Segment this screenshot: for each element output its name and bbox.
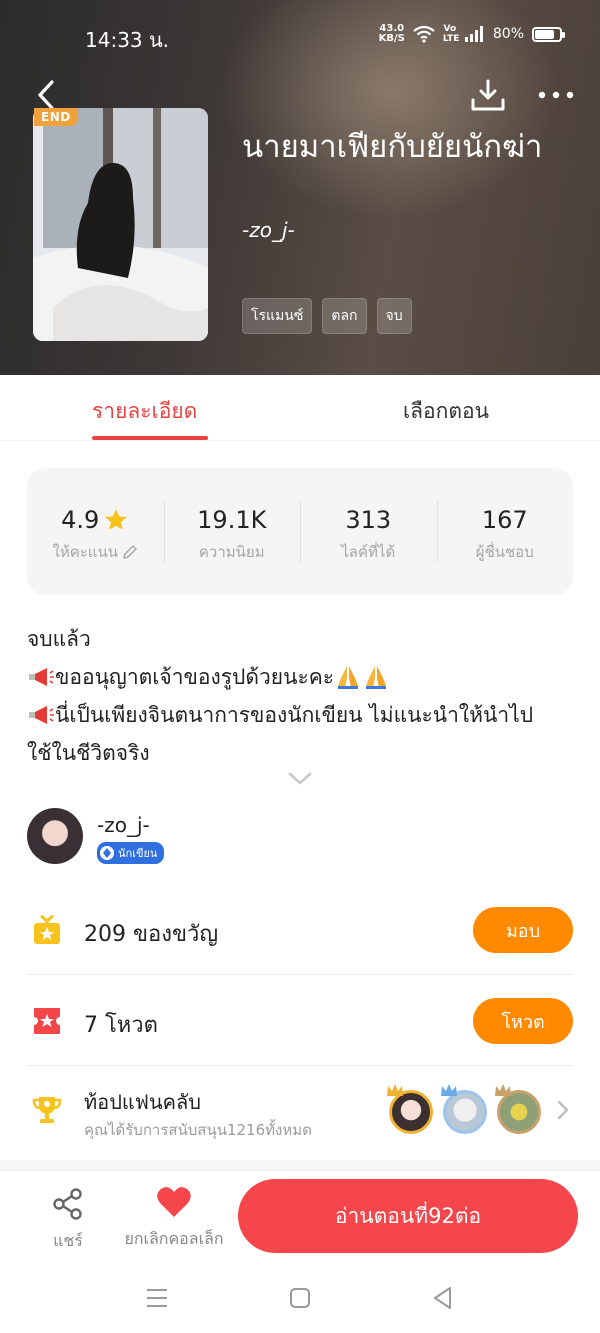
chevron-right-icon[interactable] xyxy=(557,1100,569,1120)
fanclub-title: ท้อปแฟนคลับ xyxy=(84,1090,201,1114)
author-avatar[interactable] xyxy=(27,808,83,864)
status-time: 14:33 น. xyxy=(85,28,170,52)
system-nav-bar xyxy=(0,1263,600,1333)
cover-illustration xyxy=(33,108,208,341)
section-divider xyxy=(0,1160,600,1170)
unfavorite-button[interactable]: ยกเลิกคอลเล็ก xyxy=(118,1185,230,1248)
stat-popularity: 19.1K ความนิยม xyxy=(163,468,301,595)
tab-episodes[interactable]: เลือกตอน xyxy=(403,395,489,428)
home-icon[interactable] xyxy=(287,1285,313,1311)
give-gift-button[interactable]: มอบ xyxy=(473,907,573,953)
bottom-action-bar: แชร์ ยกเลิกคอลเล็ก อ่านตอนที่92ต่อ xyxy=(0,1170,600,1263)
rating-value: 4.9 xyxy=(61,506,100,534)
description-line: จบแล้ว xyxy=(27,627,91,651)
fans-label: ผู้ชื่นชอบ xyxy=(475,543,534,561)
continue-reading-button[interactable]: อ่านตอนที่92ต่อ xyxy=(238,1179,578,1253)
writer-badge-label: นักเขียน xyxy=(118,847,158,860)
back-arrow-icon[interactable] xyxy=(30,78,64,112)
trophy-icon xyxy=(32,1097,62,1123)
praying-hands-icon xyxy=(366,666,387,689)
share-label: แชร์ xyxy=(53,1231,83,1250)
share-icon xyxy=(53,1188,82,1220)
praying-hands-icon xyxy=(338,666,359,689)
download-icon[interactable] xyxy=(470,78,506,114)
megaphone-icon xyxy=(29,706,54,724)
fanclub-subtitle: คุณได้รับการสนับสนุน1216ทั้งหมด xyxy=(84,1121,312,1139)
tag-completed[interactable]: จบ xyxy=(376,298,412,334)
tag-romance[interactable]: โรแมนซ์ xyxy=(242,298,313,334)
expand-chevron-icon[interactable] xyxy=(287,770,313,788)
stat-rating[interactable]: 4.9 ให้คะแนน xyxy=(27,468,164,595)
edit-pencil-icon xyxy=(123,545,137,559)
battery-icon xyxy=(532,26,565,42)
writer-badge: นักเขียน xyxy=(97,842,165,864)
back-triangle-icon[interactable] xyxy=(430,1285,456,1311)
rating-label: ให้คะแนน xyxy=(52,543,118,561)
status-bar: 14:33 น. 43.0 KB/S Vo LTE 80% xyxy=(0,18,600,58)
fan-avatar[interactable] xyxy=(441,1084,487,1134)
vote-row: 7 โหวต โหวต xyxy=(27,976,573,1066)
crown-icon xyxy=(495,1084,511,1096)
book-cover[interactable] xyxy=(33,108,208,341)
book-title: นายมาเฟียกับยัยนักฆ่า xyxy=(242,129,543,165)
gift-icon xyxy=(34,914,60,944)
fan-avatar[interactable] xyxy=(495,1084,541,1134)
signal-icon xyxy=(464,26,483,42)
gift-count: 209 ของขวัญ xyxy=(84,922,219,947)
unfavorite-label: ยกเลิกคอลเล็ก xyxy=(124,1229,224,1248)
crown-icon xyxy=(387,1084,403,1096)
tab-bar: รายละเอียด เลือกตอน xyxy=(0,375,600,441)
tag-comedy[interactable]: ตลก xyxy=(322,298,367,334)
battery-fill xyxy=(535,29,555,39)
description-line: นี่เป็นเพียงจินตนาการของนักเขียน ไม่แนะน… xyxy=(55,703,534,727)
status-icons: 43.0 KB/S Vo LTE 80% xyxy=(378,23,565,44)
fan-avatar[interactable] xyxy=(387,1084,433,1134)
star-icon xyxy=(105,509,128,530)
ticket-icon xyxy=(34,1008,60,1034)
battery-percent: 80% xyxy=(492,26,524,42)
fans-value: 167 xyxy=(481,506,528,534)
share-button[interactable]: แชร์ xyxy=(40,1187,96,1250)
book-description: จบแล้ว ขออนุญาตเจ้าของรูปด้วยนะคะ นี่เป็… xyxy=(27,620,577,772)
megaphone-icon xyxy=(29,668,54,686)
book-author[interactable]: -zo_j- xyxy=(242,218,295,242)
book-header: 14:33 น. 43.0 KB/S Vo LTE 80% END นายมาเ… xyxy=(0,0,600,375)
vote-button[interactable]: โหวต xyxy=(473,998,573,1044)
tag-list: โรแมนซ์ ตลก จบ xyxy=(242,298,412,334)
heart-icon xyxy=(157,1187,191,1217)
popularity-value: 19.1K xyxy=(197,506,267,534)
writer-badge-icon xyxy=(100,846,114,860)
end-badge: END xyxy=(34,108,78,126)
more-options-icon[interactable] xyxy=(536,80,576,110)
description-line: ใช้ในชีวิตจริง xyxy=(27,741,150,765)
likes-label: ไลค์ที่ได้ xyxy=(341,543,396,561)
wifi-icon xyxy=(413,25,435,43)
popularity-label: ความนิยม xyxy=(198,543,265,561)
stats-panel: 4.9 ให้คะแนน 19.1K ความนิยม 313 ไลค์ที่ไ… xyxy=(27,468,573,595)
menu-icon[interactable] xyxy=(144,1285,170,1311)
network-speed: 43.0 KB/S xyxy=(378,23,405,44)
vote-count: 7 โหวต xyxy=(84,1013,158,1038)
gift-row: 209 ของขวัญ มอบ xyxy=(27,885,573,975)
volte-icon: Vo LTE xyxy=(442,24,460,44)
top-fanclub-row[interactable]: ท้อปแฟนคลับ คุณได้รับการสนับสนุน1216ทั้ง… xyxy=(27,1066,573,1158)
stat-likes: 313 ไลค์ที่ได้ xyxy=(300,468,437,595)
author-name[interactable]: -zo_j- xyxy=(97,813,150,837)
tab-active-indicator xyxy=(92,436,208,440)
stat-fans: 167 ผู้ชื่นชอบ xyxy=(436,468,574,595)
likes-value: 313 xyxy=(345,506,392,534)
fan-avatar-list xyxy=(387,1084,541,1134)
description-line: ขออนุญาตเจ้าของรูปด้วยนะคะ xyxy=(55,665,335,689)
crown-icon xyxy=(441,1084,457,1096)
tab-detail[interactable]: รายละเอียด xyxy=(92,395,197,428)
